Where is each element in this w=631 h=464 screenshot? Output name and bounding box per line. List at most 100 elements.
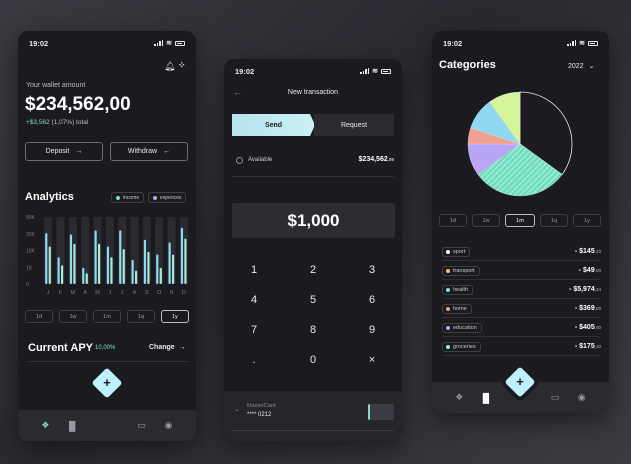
category-amount-cents: ,10 <box>594 249 601 254</box>
legend-expences-label: expences <box>160 194 182 201</box>
home-nav-icon[interactable]: ❖ <box>38 420 52 431</box>
range-1d[interactable]: 1d <box>439 214 467 227</box>
card-nav-icon[interactable]: ▭ <box>548 392 562 403</box>
signal-icon <box>567 40 577 46</box>
profile-nav-icon[interactable]: ◉ <box>575 392 589 403</box>
profile-nav-icon[interactable]: ◉ <box>162 420 176 431</box>
card-nav-icon[interactable]: ▭ <box>135 420 149 431</box>
category-row[interactable]: sport - $145,10 <box>442 243 601 261</box>
category-row[interactable]: health - $5,974,24 <box>442 281 601 299</box>
range-1q[interactable]: 1q <box>540 214 568 227</box>
change-link-label: Change <box>149 344 175 351</box>
home-nav-icon[interactable]: ❖ <box>452 392 466 403</box>
range-1m[interactable]: 1m <box>505 214 535 227</box>
wallet-amount-label: Your wallet amount <box>26 82 86 89</box>
deposit-label: Deposit <box>45 148 70 155</box>
range-label: 1w <box>69 313 77 320</box>
bar-expences <box>98 243 101 284</box>
key-6[interactable]: 6 <box>357 294 387 306</box>
category-row[interactable]: transport - $49,00 <box>442 262 601 280</box>
page-title: New transaction <box>287 89 339 96</box>
range-label: 1m <box>103 313 111 320</box>
category-name: education <box>453 324 477 331</box>
key-1[interactable]: 1 <box>239 264 269 276</box>
category-name: health <box>453 286 468 293</box>
key-4[interactable]: 4 <box>239 294 269 306</box>
category-amount: - $145,10 <box>575 248 601 255</box>
available-radio[interactable] <box>236 157 243 164</box>
card-selector[interactable]: ⌄ MasterCard **** 0212 <box>224 391 402 441</box>
bar-income <box>106 246 110 284</box>
category-dot <box>446 325 450 330</box>
key-7[interactable]: 7 <box>239 324 269 336</box>
range-label: 1w <box>482 217 490 224</box>
range-1y[interactable]: 1y <box>573 214 601 227</box>
key-delete[interactable]: × <box>357 354 387 366</box>
range-1w[interactable]: 1w <box>59 310 87 323</box>
add-fab-button[interactable]: + <box>504 366 536 398</box>
bar-expences <box>159 267 162 284</box>
category-row[interactable]: education - $405,00 <box>442 319 601 337</box>
category-amount: - $49,00 <box>579 267 601 274</box>
category-row[interactable]: home - $369,00 <box>442 300 601 318</box>
key-8[interactable]: 8 <box>298 324 328 336</box>
x-tick-label: O <box>157 290 162 296</box>
key-5[interactable]: 5 <box>298 294 328 306</box>
category-dot <box>446 249 450 254</box>
key-9[interactable]: 9 <box>357 324 387 336</box>
legend-income[interactable]: income <box>111 192 145 203</box>
category-tag: home <box>442 303 472 314</box>
category-row[interactable]: groceries - $175,10 <box>442 338 601 356</box>
categories-range-selector: 1d 1w 1m 1q 1y <box>439 214 601 227</box>
stats-nav-icon[interactable]: ▐▌ <box>65 421 79 431</box>
bar-income <box>119 230 122 284</box>
add-fab-button[interactable]: + <box>91 367 123 399</box>
bell-icon[interactable]: 🔔︎ <box>164 61 175 72</box>
request-tab[interactable]: Request <box>314 114 394 136</box>
range-1q[interactable]: 1q <box>127 310 155 323</box>
withdraw-button[interactable]: Withdraw ← <box>110 142 188 161</box>
range-1d[interactable]: 1d <box>25 310 53 323</box>
key-3[interactable]: 3 <box>357 264 387 276</box>
card-label: MasterCard <box>247 403 276 409</box>
amount-display[interactable]: $1,000 <box>232 203 395 238</box>
grid-menu-icon[interactable]: ⁘ <box>178 60 186 71</box>
range-label: 1y <box>172 313 178 320</box>
year-label: 2022 <box>568 62 584 70</box>
status-bar: 19:02 ≋ <box>443 38 598 48</box>
send-tab-label: Send <box>264 121 283 129</box>
change-apy-link[interactable]: Change → <box>149 344 186 351</box>
key-2[interactable]: 2 <box>298 264 328 276</box>
range-1w[interactable]: 1w <box>472 214 500 227</box>
key-0[interactable]: 0 <box>298 354 328 366</box>
available-amount-cents: ,98 <box>387 157 394 162</box>
range-1m[interactable]: 1m <box>93 310 121 323</box>
analytics-title: Analytics <box>25 191 74 203</box>
deposit-button[interactable]: Deposit → <box>25 142 103 161</box>
status-bar: 19:02 ≋ <box>29 38 185 48</box>
divider <box>232 430 394 431</box>
x-tick-label: A <box>133 290 137 296</box>
key-decimal[interactable]: . <box>239 354 269 366</box>
year-selector[interactable]: 2022 ⌄ <box>568 62 595 71</box>
bar-expences <box>85 273 88 284</box>
wallet-range-selector: 1d 1w 1m 1q 1y <box>25 310 189 323</box>
request-tab-label: Request <box>340 121 368 129</box>
chevron-down-icon: ⌄ <box>588 63 595 70</box>
y-tick-label: 20K <box>26 232 36 238</box>
legend-expences[interactable]: expences <box>148 192 187 203</box>
y-tick-label: 1K <box>26 265 33 271</box>
category-amount-cents: ,24 <box>594 287 601 292</box>
arrow-right-icon: → <box>178 344 186 351</box>
status-time: 19:02 <box>235 66 255 76</box>
category-dot <box>446 287 450 292</box>
range-1y[interactable]: 1y <box>161 310 189 323</box>
send-tab[interactable]: Send <box>232 114 315 136</box>
apy-title: Current APY <box>28 342 93 354</box>
stats-nav-icon[interactable]: ▐▌ <box>479 393 493 403</box>
arrow-left-icon: ← <box>163 148 171 155</box>
x-tick-label: S <box>145 290 149 296</box>
battery-icon <box>588 40 598 46</box>
category-amount-value: - $175 <box>574 343 595 350</box>
range-label: 1m <box>516 217 524 224</box>
